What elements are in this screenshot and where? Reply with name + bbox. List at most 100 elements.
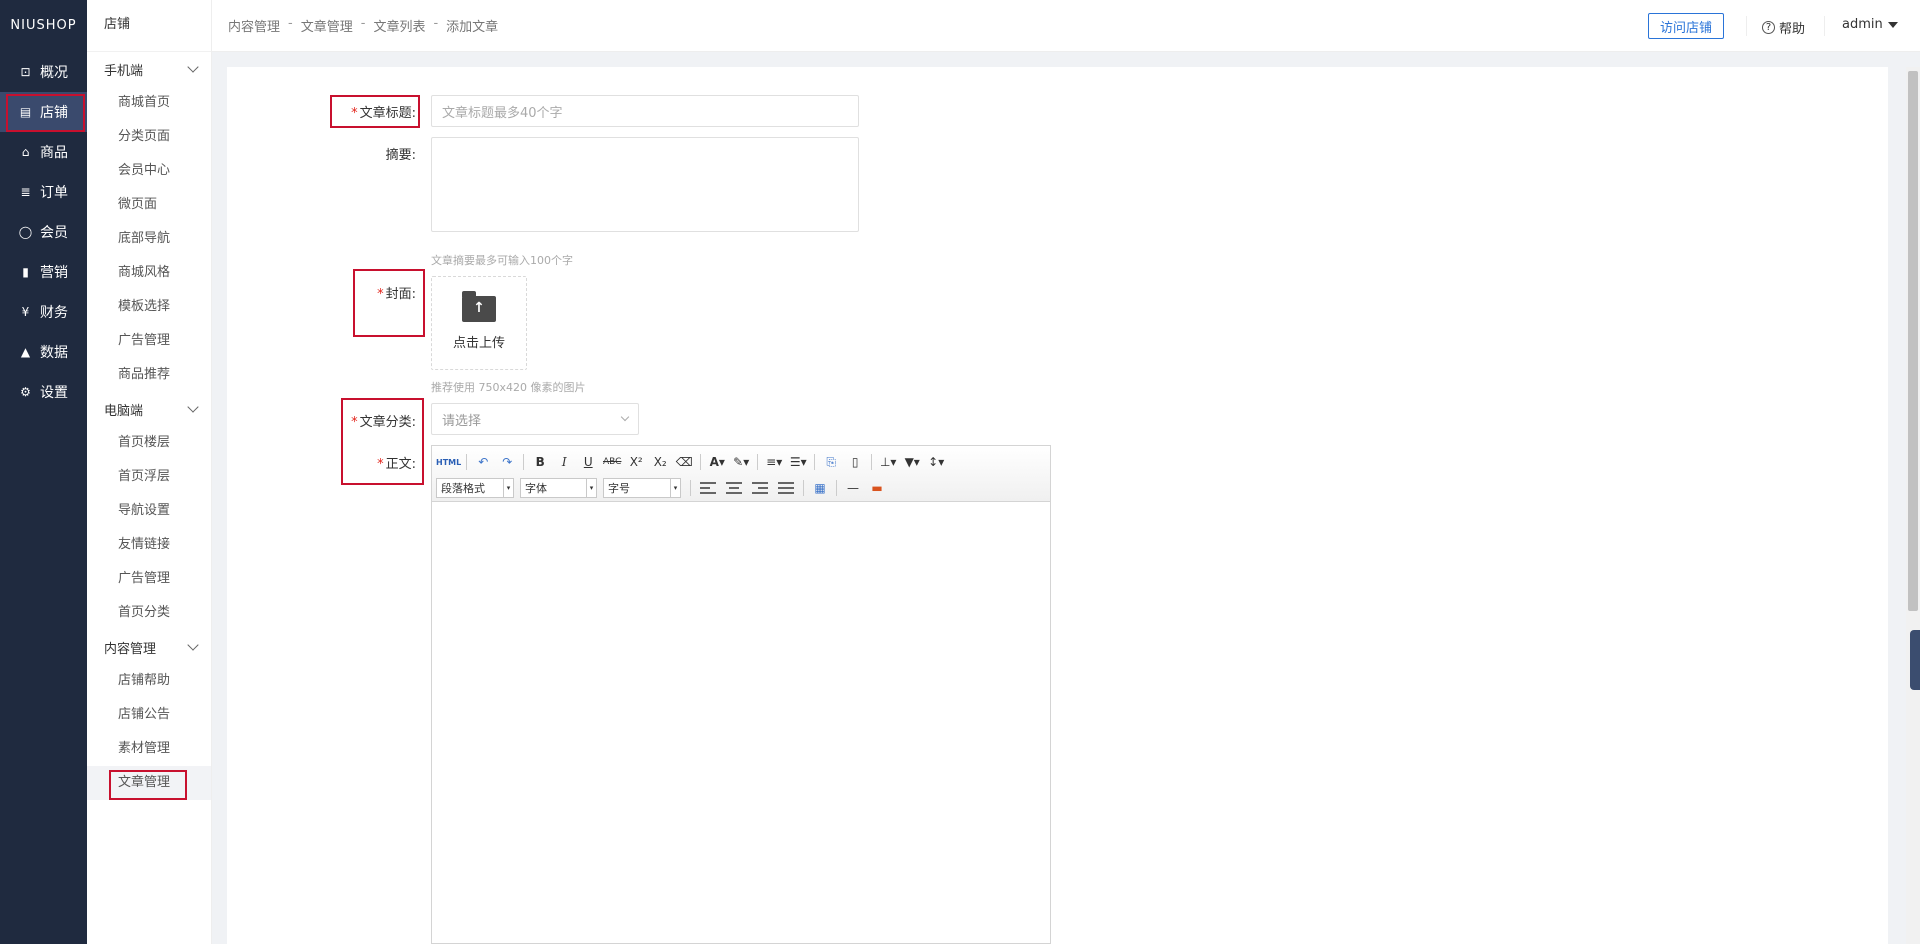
align-right-icon[interactable] [752, 482, 768, 494]
subnav-item[interactable]: 文章管理 [87, 766, 211, 800]
subnav-item[interactable]: 友情链接 [87, 528, 211, 562]
breadcrumb-item[interactable]: 文章管理 [301, 16, 353, 35]
subnav-item[interactable]: 广告管理 [87, 562, 211, 596]
image-icon[interactable]: ▬ [866, 478, 888, 498]
nav-item-label: 营销 [40, 265, 68, 281]
subnav-item[interactable]: 素材管理 [87, 732, 211, 766]
subnav-item[interactable]: 店铺帮助 [87, 664, 211, 698]
subnav-item[interactable]: 分类页面 [87, 120, 211, 154]
category-placeholder: 请选择 [442, 413, 482, 429]
main-sidebar: NIUSHOP ⊡ 概况 ▤ 店铺 ⌂ 商品 ≣ 订单 ◯ 会员 ▮ 营销 ¥ 财务 ▲ 数据 ⚙ 设置 [0, 0, 87, 944]
help-label: 帮助 [1779, 22, 1806, 37]
eraser-icon[interactable]: ⌫ [673, 452, 695, 472]
title-label-highlight [330, 95, 420, 128]
nav-item-member[interactable]: ◯ 会员 [0, 212, 87, 252]
top-header: 内容管理 - 文章管理 - 文章列表 - 添加文章 访问店铺 ? 帮助 admin [212, 0, 1920, 52]
user-menu[interactable]: admin [1842, 17, 1898, 32]
summary-textarea[interactable] [431, 137, 859, 232]
unordered-list-icon[interactable]: ☰▾ [787, 452, 809, 472]
nav-item-overview[interactable]: ⊡ 概况 [0, 52, 87, 92]
subnav-item[interactable]: 商城风格 [87, 256, 211, 290]
subnav-item[interactable]: 广告管理 [87, 324, 211, 358]
bold-icon[interactable]: B [529, 452, 551, 472]
visit-store-button[interactable]: 访问店铺 [1648, 13, 1724, 39]
font-family-combo[interactable]: 字体 ▾ [520, 478, 597, 498]
subnav-item[interactable]: 导航设置 [87, 494, 211, 528]
subnav-item[interactable]: 商品推荐 [87, 358, 211, 392]
header-divider-2 [1824, 16, 1825, 36]
paste-text-icon[interactable]: ⎘ [820, 452, 842, 472]
nav-item-order[interactable]: ≣ 订单 [0, 172, 87, 212]
ordered-list-icon[interactable]: ≡▾ [763, 452, 785, 472]
table-icon[interactable]: ▦ [809, 478, 831, 498]
nav-item-label: 店铺 [40, 105, 68, 121]
breadcrumb-item[interactable]: 内容管理 [228, 16, 280, 35]
subscript-icon[interactable]: X₂ [649, 452, 671, 472]
breadcrumb-separator: - [288, 16, 293, 31]
nav-item-label: 商品 [40, 145, 68, 161]
nav-item-label: 财务 [40, 305, 68, 321]
summary-label: 摘要: [385, 148, 416, 163]
settings-icon: ⚙ [20, 385, 31, 399]
page-scrollbar[interactable] [1906, 67, 1920, 944]
italic-icon[interactable]: I [553, 452, 575, 472]
title-input[interactable]: 文章标题最多40个字 [431, 95, 859, 127]
chevron-down-icon [620, 412, 630, 422]
category-select[interactable]: 请选择 [431, 403, 639, 435]
side-float-tab[interactable] [1910, 630, 1920, 690]
html-source-button[interactable]: HTML [436, 452, 461, 472]
align-center-icon[interactable] [726, 482, 742, 494]
logo: NIUSHOP [10, 18, 77, 33]
underline-icon[interactable]: U [577, 452, 599, 472]
subnav-item[interactable]: 首页楼层 [87, 426, 211, 460]
subnav-item[interactable]: 会员中心 [87, 154, 211, 188]
nav-item-data[interactable]: ▲ 数据 [0, 332, 87, 372]
highlight-color-icon[interactable]: ✎▾ [730, 452, 752, 472]
nav-item-finance[interactable]: ¥ 财务 [0, 292, 87, 332]
nav-item-settings[interactable]: ⚙ 设置 [0, 372, 87, 412]
undo-icon[interactable]: ↶ [472, 452, 494, 472]
subnav-item[interactable]: 模板选择 [87, 290, 211, 324]
editor-body[interactable] [432, 502, 1050, 942]
scrollbar-thumb[interactable] [1908, 71, 1918, 611]
document-icon[interactable]: ▯ [844, 452, 866, 472]
superscript-icon[interactable]: X² [625, 452, 647, 472]
nav-item-marketing[interactable]: ▮ 营销 [0, 252, 87, 292]
format-painter-icon[interactable]: ▼▾ [901, 452, 923, 472]
subnav-item[interactable]: 店铺公告 [87, 698, 211, 732]
subnav-title: 店铺 [87, 0, 211, 52]
subnav-item[interactable]: 首页分类 [87, 596, 211, 630]
chevron-down-icon [187, 401, 199, 413]
align-left-icon[interactable] [700, 482, 716, 494]
subnav-group[interactable]: 电脑端 [87, 392, 211, 426]
breadcrumb-item[interactable]: 文章列表 [373, 16, 425, 35]
breadcrumb: 内容管理 - 文章管理 - 文章列表 - 添加文章 [228, 16, 498, 35]
subnav-group[interactable]: 内容管理 [87, 630, 211, 664]
subnav-item[interactable]: 底部导航 [87, 222, 211, 256]
caret-down-icon [1887, 21, 1898, 28]
nav-item-label: 订单 [40, 185, 68, 201]
horizontal-rule-icon[interactable]: — [842, 478, 864, 498]
paragraph-format-combo[interactable]: 段落格式 ▾ [436, 478, 514, 498]
subnav-item[interactable]: 首页浮层 [87, 460, 211, 494]
justify-icon[interactable] [778, 482, 794, 494]
help-link[interactable]: ? 帮助 [1762, 18, 1805, 37]
cover-hint: 推荐使用 750x420 像素的图片 [431, 381, 586, 394]
nav-item-goods[interactable]: ⌂ 商品 [0, 132, 87, 172]
line-height-icon[interactable]: ↕▾ [925, 452, 947, 472]
subnav-group[interactable]: 手机端 [87, 52, 211, 86]
font-size-combo[interactable]: 字号 ▾ [603, 478, 681, 498]
sub-sidebar: 店铺 手机端 商城首页 分类页面 会员中心 微页面 底部导航 商城风格 模板选择 广告管理 商品推… [87, 0, 212, 944]
font-color-icon[interactable]: A▾ [706, 452, 728, 472]
paragraph-spacing-icon[interactable]: ⊥▾ [877, 452, 899, 472]
editor-toolbar: HTML ↶ ↷ B I U ABC X² X₂ ⌫ A▾ ✎▾ ≡▾ ☰▾ ⎘… [432, 446, 1050, 502]
redo-icon[interactable]: ↷ [496, 452, 518, 472]
help-icon: ? [1762, 21, 1775, 34]
subnav-item[interactable]: 微页面 [87, 188, 211, 222]
cover-upload[interactable]: ↑ 点击上传 [431, 276, 527, 370]
upload-folder-icon: ↑ [462, 290, 496, 322]
nav-item-store[interactable]: ▤ 店铺 [0, 92, 87, 132]
subnav-item[interactable]: 商城首页 [87, 86, 211, 120]
nav-item-label: 设置 [40, 385, 68, 401]
strikethrough-icon[interactable]: ABC [601, 452, 623, 472]
